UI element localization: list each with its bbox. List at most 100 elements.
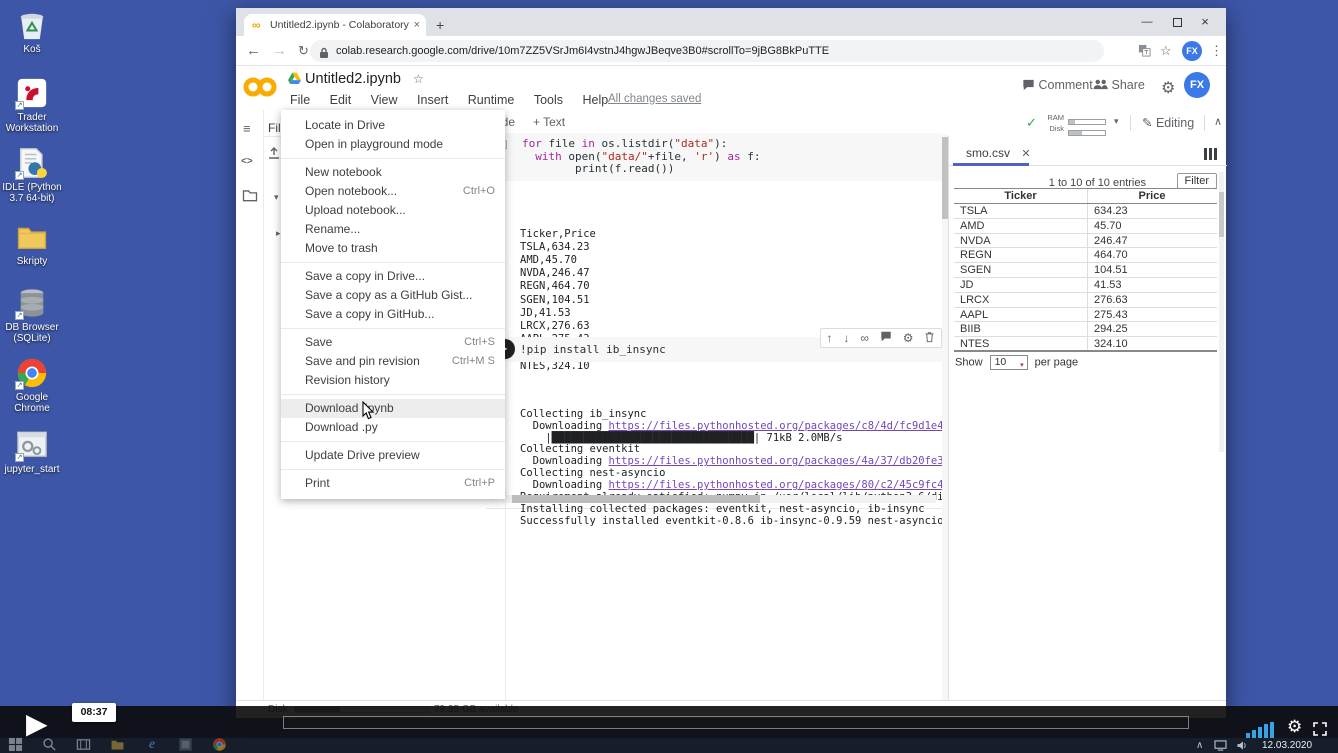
link-cell-icon[interactable]: ∞ <box>860 331 869 345</box>
file-menu-item[interactable]: Save a copy as a GitHub Gist... <box>281 286 505 305</box>
translate-icon[interactable] <box>1138 36 1151 66</box>
comment-cell-icon[interactable] <box>880 331 892 345</box>
file-menu-item[interactable]: New notebook <box>281 163 505 182</box>
editing-mode-button[interactable]: ✎ Editing <box>1142 115 1194 130</box>
file-menu-item[interactable]: Open in playground mode <box>281 135 505 154</box>
menubar-item-tools[interactable]: Tools <box>526 91 571 110</box>
refresh-icon[interactable]: ↻ <box>298 36 309 66</box>
scrollbar-thumb[interactable] <box>1219 192 1224 237</box>
desktop-icon-skripty[interactable]: Skripty <box>0 220 64 267</box>
taskbar-app-icon[interactable] <box>178 737 194 753</box>
file-menu-item[interactable]: Open notebook... Ctrl+O <box>281 182 505 201</box>
browser-profile-avatar[interactable]: FX <box>1182 41 1202 61</box>
settings-gear-icon[interactable]: ⚙ <box>1161 78 1175 98</box>
column-header-price[interactable]: Price <box>1088 189 1216 203</box>
code-cell-1[interactable]: ] for file in os.listdir("data"): with o… <box>486 133 944 372</box>
move-cell-up-icon[interactable]: ↑ <box>826 331 832 345</box>
horizontal-scrollbar[interactable] <box>502 495 936 503</box>
file-menu-item[interactable] <box>281 158 505 159</box>
move-cell-down-icon[interactable]: ↓ <box>843 331 849 345</box>
code-cell-2[interactable]: ↑ ↓ ∞ ⚙ ▶ !pip install ib_insync Collect… <box>486 328 1013 527</box>
desktop-icon-google-chrome[interactable]: ↗ Google Chrome <box>0 356 64 414</box>
code-editor[interactable]: for file in os.listdir("data"): with ope… <box>486 133 944 181</box>
upload-icon[interactable] <box>268 146 280 164</box>
resources-dropdown-icon[interactable]: ▾ <box>1114 116 1119 127</box>
file-menu-item[interactable] <box>281 394 505 395</box>
play-button[interactable]: ▶ <box>26 707 48 740</box>
menubar-item-view[interactable]: View <box>363 91 406 110</box>
file-menu-item[interactable] <box>281 441 505 442</box>
menubar-item-runtime[interactable]: Runtime <box>460 91 523 110</box>
taskbar-file-explorer-icon[interactable] <box>110 737 126 753</box>
file-menu-item[interactable]: Save Ctrl+S <box>281 333 505 352</box>
window-close-button[interactable]: × <box>1190 8 1220 36</box>
file-menu-item[interactable] <box>281 262 505 263</box>
page-size-select[interactable]: 10 ▾ <box>989 355 1028 370</box>
notebook-title[interactable]: Untitled2.ipynb <box>305 71 401 87</box>
desktop-icon-idle-python[interactable]: ↗ IDLE (Python 3.7 64-bit) <box>0 146 64 204</box>
back-icon[interactable]: ← <box>246 36 261 66</box>
star-notebook-icon[interactable]: ☆ <box>413 72 424 86</box>
collapse-header-icon[interactable]: ∧ <box>1214 115 1222 128</box>
code-editor[interactable]: !pip install ib_insync <box>520 343 666 356</box>
column-view-icon[interactable] <box>1204 148 1218 160</box>
preview-tab-smo-csv[interactable]: smo.csv ✕ <box>966 146 1031 160</box>
expand-item-icon[interactable]: ▸ <box>276 228 281 239</box>
desktop-icon-db-browser[interactable]: ↗ DB Browser (SQLite) <box>0 286 64 344</box>
window-minimize-button[interactable]: — <box>1132 8 1162 36</box>
seek-bar[interactable] <box>283 716 1189 729</box>
player-settings-gear-icon[interactable]: ⚙ <box>1287 717 1302 737</box>
file-menu-item[interactable]: Save a copy in GitHub... <box>281 305 505 324</box>
forward-icon[interactable]: → <box>272 36 287 66</box>
file-menu-item[interactable]: Download .ipynb <box>281 399 505 418</box>
desktop-icon-jupyter-start[interactable]: ↗ jupyter_start <box>0 428 64 475</box>
menubar-item-insert[interactable]: Insert <box>409 91 456 110</box>
filter-button[interactable]: Filter <box>1176 173 1217 189</box>
tray-volume-icon[interactable] <box>1236 740 1248 753</box>
menubar-item-edit[interactable]: Edit <box>322 91 360 110</box>
scrollbar-thumb[interactable] <box>512 495 760 503</box>
folder-dropdown-icon[interactable]: ▾ <box>274 192 279 203</box>
close-preview-icon[interactable]: ✕ <box>1021 148 1030 160</box>
browser-tab[interactable]: ∞ Untitled2.ipynb - Colaboratory × <box>244 14 426 36</box>
file-menu-item[interactable]: Rename... <box>281 220 505 239</box>
file-menu-item[interactable]: Save and pin revision Ctrl+M S <box>281 352 505 371</box>
start-button-icon[interactable] <box>8 737 24 753</box>
tray-network-icon[interactable] <box>1214 740 1227 753</box>
window-maximize-button[interactable] <box>1162 8 1192 36</box>
desktop-icon-trader-workstation[interactable]: ↗ Trader Workstation <box>0 76 64 134</box>
file-menu-item[interactable]: Print Ctrl+P <box>281 474 505 493</box>
tray-expand-icon[interactable]: ∧ <box>1196 740 1203 751</box>
column-header-ticker[interactable]: Ticker <box>954 189 1088 203</box>
comment-button[interactable]: Comment <box>1022 78 1093 92</box>
colab-user-avatar[interactable]: FX <box>1184 72 1210 98</box>
file-menu-item[interactable]: Update Drive preview <box>281 446 505 465</box>
desktop-icon-recycle-bin[interactable]: Koš <box>0 8 64 55</box>
menubar-item-file[interactable]: File <box>282 91 318 110</box>
bookmark-star-icon[interactable]: ☆ <box>1160 36 1172 66</box>
taskbar-chrome-icon[interactable] <box>212 737 228 753</box>
table-of-contents-icon[interactable]: ≡ <box>243 121 251 136</box>
url-bar[interactable]: colab.research.google.com/drive/10m7ZZ5V… <box>310 40 1104 62</box>
files-tab-icon[interactable] <box>242 189 258 207</box>
volume-bars-icon[interactable] <box>1246 722 1278 738</box>
file-menu-item[interactable]: Save a copy in Drive... <box>281 267 505 286</box>
browser-menu-icon[interactable]: ⋮ <box>1210 36 1223 66</box>
file-menu-item[interactable]: Upload notebook... <box>281 201 505 220</box>
tab-close-icon[interactable]: × <box>414 14 420 36</box>
file-menu-item[interactable]: Locate in Drive <box>281 116 505 135</box>
taskbar-internet-explorer-icon[interactable]: e <box>144 737 160 753</box>
file-menu-item[interactable] <box>281 469 505 470</box>
fullscreen-icon[interactable] <box>1312 721 1328 742</box>
file-menu-item[interactable] <box>281 328 505 329</box>
delete-cell-icon[interactable] <box>924 331 935 346</box>
add-text-button[interactable]: + Text <box>533 115 565 129</box>
file-menu-item[interactable]: Move to trash <box>281 239 505 258</box>
code-snippets-icon[interactable]: <> <box>241 156 253 167</box>
panel-scrollbar[interactable] <box>1219 172 1224 452</box>
share-button[interactable]: Share <box>1093 78 1145 92</box>
new-tab-button[interactable]: + <box>436 14 444 36</box>
cell-settings-gear-icon[interactable]: ⚙ <box>903 331 914 345</box>
file-menu-item[interactable]: Revision history <box>281 371 505 390</box>
file-menu-item[interactable]: Download .py <box>281 418 505 437</box>
